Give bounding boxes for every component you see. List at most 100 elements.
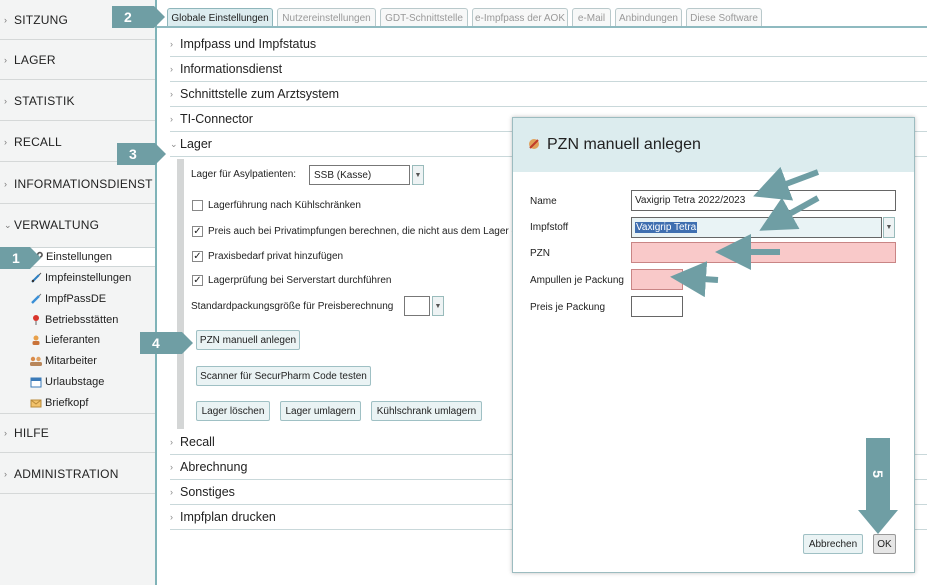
preis-input[interactable]: [631, 296, 683, 317]
nav-section-statistik[interactable]: › STATISTIK: [0, 81, 155, 121]
accordion-label: Recall: [180, 435, 215, 449]
ampullen-input[interactable]: [631, 269, 683, 290]
step-badge-4: 4: [140, 332, 193, 354]
sidebar-item-label: Lieferanten: [45, 334, 101, 346]
step-badge-1: 1: [0, 247, 41, 269]
step-badge-2: 2: [112, 6, 165, 28]
nav-section-label: VERWALTUNG: [14, 218, 100, 232]
chevron-right-icon: ›: [4, 178, 8, 189]
nav-section-label: ADMINISTRATION: [14, 466, 119, 481]
lager-loeschen-button[interactable]: Lager löschen: [196, 401, 270, 421]
tab-diese-software[interactable]: Diese Software: [686, 8, 762, 27]
button-label: Kühlschrank umlagern: [376, 405, 477, 417]
syringe-icon: [27, 272, 45, 284]
asyl-lager-select[interactable]: SSB (Kasse): [309, 165, 410, 185]
nav-section-verwaltung[interactable]: ⌄ VERWALTUNG: [0, 205, 155, 245]
nav-section-label: STATISTIK: [14, 93, 75, 108]
sidebar-item-betriebsstaetten[interactable]: Betriebsstätten: [27, 310, 155, 330]
nav-section-lager[interactable]: › LAGER: [0, 40, 155, 80]
nav-section-administration[interactable]: › ADMINISTRATION: [0, 454, 155, 494]
tab-globale-einstellungen[interactable]: Globale Einstellungen: [167, 8, 273, 27]
sidebar-item-briefkopf[interactable]: Briefkopf: [27, 393, 155, 413]
tab-anbindungen[interactable]: Anbindungen: [615, 8, 682, 27]
sidebar-item-impfeinstellungen[interactable]: Impfeinstellungen: [27, 268, 155, 288]
accordion-informationsdienst[interactable]: › Informationsdienst: [170, 57, 927, 82]
sidebar-item-lieferanten[interactable]: Lieferanten: [27, 330, 155, 350]
tab-e-mail[interactable]: e-Mail: [572, 8, 611, 27]
chevron-right-icon: ›: [4, 136, 8, 147]
chevron-right-icon: ›: [4, 428, 8, 438]
chevron-right-icon: ›: [170, 89, 173, 99]
checkbox-privatimpfungen[interactable]: ✓: [192, 226, 203, 237]
checkbox-lagerpruefung[interactable]: ✓: [192, 275, 203, 286]
ok-button[interactable]: OK: [873, 534, 896, 554]
tab-label: e-Impfpass der AOK: [474, 12, 566, 24]
preis-label: Preis je Packung: [530, 302, 606, 313]
nav-section-hilfe[interactable]: › HILFE: [0, 413, 155, 453]
asyl-lager-value: SSB (Kasse): [314, 169, 372, 181]
pzn-input[interactable]: [631, 242, 896, 263]
chevron-right-icon: ›: [170, 39, 173, 49]
lager-section-bar: [177, 159, 184, 429]
chevron-down-icon: ⌄: [170, 138, 178, 149]
impfstoff-select[interactable]: Vaxigrip Tetra: [631, 217, 882, 238]
pzn-manuell-anlegen-button[interactable]: PZN manuell anlegen: [196, 330, 300, 350]
chevron-right-icon: ›: [4, 468, 8, 479]
sidebar-item-label: Einstellungen: [46, 251, 113, 263]
sidebar-item-urlaubstage[interactable]: Urlaubstage: [27, 372, 155, 392]
pzn-dialog: PZN manuell anlegen Name Vaxigrip Tetra …: [512, 117, 915, 573]
chevron-right-icon: ›: [4, 54, 8, 65]
impfstoff-label: Impfstoff: [530, 222, 569, 233]
tab-e-impfpass-aok[interactable]: e-Impfpass der AOK: [472, 8, 568, 27]
sidebar: › SITZUNG › LAGER › STATISTIK › RECALL ›…: [0, 0, 157, 585]
kuehlschrank-umlagern-button[interactable]: Kühlschrank umlagern: [371, 401, 482, 421]
tab-label: Diese Software: [690, 12, 758, 24]
tab-label: Anbindungen: [619, 12, 678, 24]
step-number: 5: [870, 470, 886, 478]
sidebar-item-mitarbeiter[interactable]: Mitarbeiter: [27, 351, 155, 371]
chevron-right-icon: ›: [4, 14, 8, 25]
pzn-label: PZN: [530, 248, 550, 259]
standardpackung-label: Standardpackungsgröße für Preisberechnun…: [191, 301, 394, 312]
accordion-label: Impfpass und Impfstatus: [180, 37, 317, 51]
cancel-button[interactable]: Abbrechen: [803, 534, 863, 554]
name-label: Name: [530, 196, 557, 207]
chevron-down-icon[interactable]: ▼: [432, 296, 444, 316]
name-input[interactable]: Vaxigrip Tetra 2022/2023: [631, 190, 896, 211]
ampullen-label: Ampullen je Packung: [530, 275, 624, 286]
sidebar-item-impfpassde[interactable]: ImpfPassDE: [27, 289, 155, 309]
accordion-schnittstelle[interactable]: › Schnittstelle zum Arztsystem: [170, 82, 927, 107]
standardpackung-select[interactable]: [404, 296, 430, 316]
sidebar-item-label: Mitarbeiter: [45, 355, 97, 367]
sidebar-item-label: Impfeinstellungen: [45, 272, 132, 284]
name-value: Vaxigrip Tetra 2022/2023: [635, 195, 746, 206]
chevron-down-icon[interactable]: ▼: [412, 165, 424, 185]
checkbox-praxisbedarf[interactable]: ✓: [192, 251, 203, 262]
sidebar-item-label: Briefkopf: [45, 397, 89, 409]
sidebar-item-einstellungen[interactable]: Einstellungen: [27, 247, 155, 267]
checkbox-privatimpfungen-label: Preis auch bei Privatimpfungen berechnen…: [208, 226, 518, 237]
checkbox-kuehlschraenke-label: Lagerführung nach Kühlschränken: [208, 200, 361, 211]
nav-section-informationsdienst[interactable]: › INFORMATIONSDIENST: [0, 164, 155, 204]
tab-nutzereinstellungen[interactable]: Nutzereinstellungen: [277, 8, 376, 27]
button-label: PZN manuell anlegen: [199, 334, 297, 346]
button-label: Lager löschen: [201, 405, 265, 417]
tab-gdt-schnittstelle[interactable]: GDT-Schnittstelle: [380, 8, 468, 27]
sidebar-item-label: Betriebsstätten: [45, 314, 119, 326]
map-pin-icon: [27, 314, 45, 326]
nav-section-label: RECALL: [14, 134, 62, 149]
nav-section-label: SITZUNG: [14, 12, 69, 27]
lager-umlagern-button[interactable]: Lager umlagern: [280, 401, 361, 421]
tab-underline: [157, 26, 927, 28]
chevron-right-icon: ›: [4, 95, 8, 106]
accordion-label: Abrechnung: [180, 460, 248, 474]
tab-label: Nutzereinstellungen: [282, 12, 371, 24]
step-number: 1: [12, 250, 20, 266]
chevron-down-icon[interactable]: ▼: [883, 217, 895, 238]
step-number: 2: [124, 9, 132, 25]
letter-icon: [27, 397, 45, 409]
checkbox-kuehlschraenke[interactable]: [192, 200, 203, 211]
scanner-test-button[interactable]: Scanner für SecurPharm Code testen: [196, 366, 371, 386]
step-badge-5: 5: [866, 462, 890, 486]
accordion-impfpass[interactable]: › Impfpass und Impfstatus: [170, 32, 927, 57]
